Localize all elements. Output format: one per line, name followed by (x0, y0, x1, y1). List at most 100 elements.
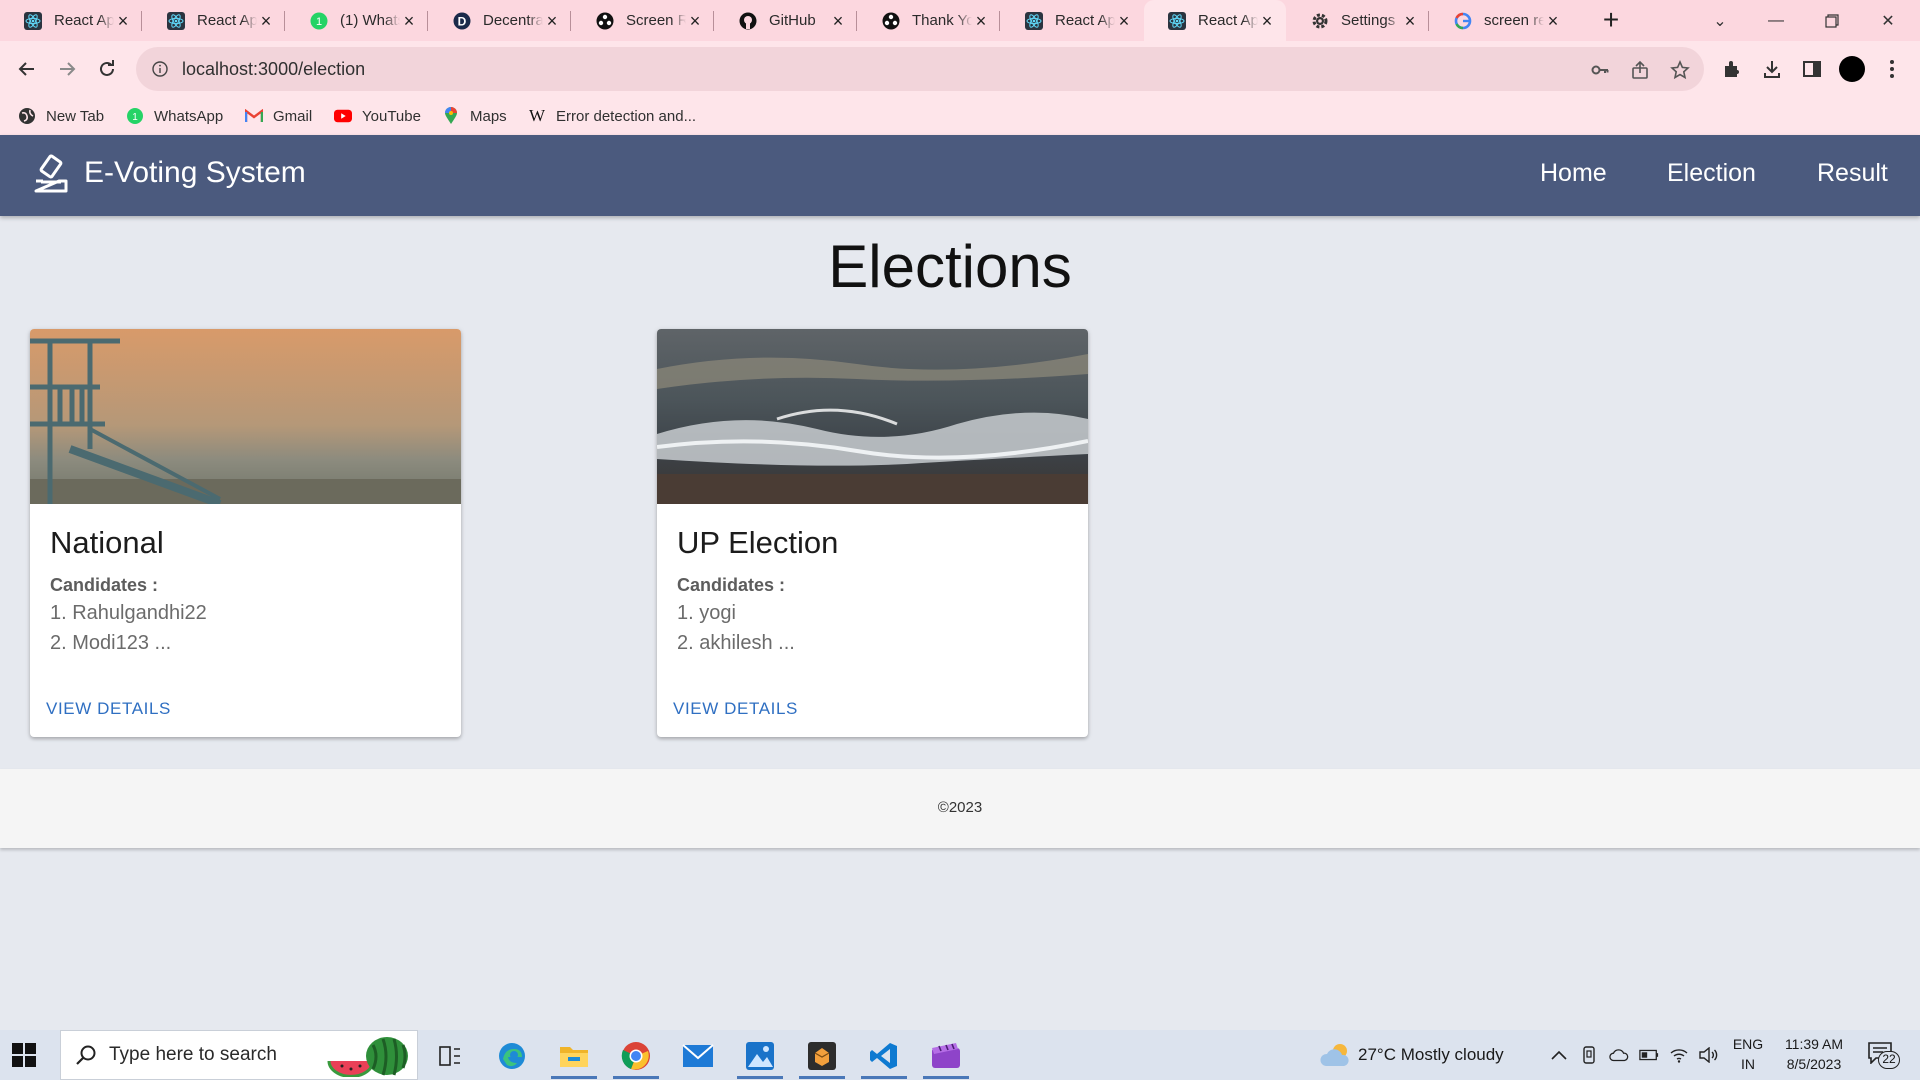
task-view-icon[interactable] (425, 1035, 475, 1077)
youtube-icon (334, 107, 352, 125)
browser-tab[interactable]: React App × (0, 0, 142, 41)
site-info-icon[interactable] (152, 61, 168, 77)
close-icon[interactable]: × (543, 12, 561, 30)
taskbar-search-box[interactable]: Type here to search (60, 1030, 418, 1080)
bookmark-maps[interactable]: Maps (442, 105, 507, 127)
edge-icon[interactable] (487, 1035, 537, 1077)
windows-start-icon[interactable] (12, 1043, 36, 1067)
close-window-button[interactable]: ✕ (1860, 0, 1916, 41)
extensions-icon[interactable] (1716, 53, 1748, 85)
download-icon[interactable] (1756, 53, 1788, 85)
browser-tab[interactable]: 1 (1) WhatsApp × (286, 0, 428, 41)
key-icon[interactable] (1590, 60, 1610, 80)
view-details-button[interactable]: VIEW DETAILS (46, 699, 171, 719)
close-icon[interactable]: × (1115, 12, 1133, 30)
election-name: UP Election (677, 525, 839, 560)
input-language[interactable]: ENG (1730, 1036, 1766, 1052)
close-icon[interactable]: × (1401, 12, 1419, 30)
close-icon[interactable]: × (400, 12, 418, 30)
wifi-icon[interactable] (1669, 1045, 1689, 1065)
bookmark-star-icon[interactable] (1670, 60, 1690, 80)
browser-tab[interactable]: React App × (1001, 0, 1143, 41)
nav-result[interactable]: Result (1817, 159, 1888, 188)
url-text[interactable]: localhost:3000/election (182, 59, 365, 80)
clipchamp-icon[interactable] (921, 1035, 971, 1079)
watermelon-icon (327, 1037, 408, 1077)
close-icon[interactable]: × (1544, 12, 1562, 30)
bookmark-label: Error detection and... (556, 107, 697, 125)
bookmarks-bar: New Tab 1 WhatsApp Gmail YouTube Maps W … (0, 97, 1920, 135)
nav-election[interactable]: Election (1667, 159, 1756, 188)
device-icon[interactable] (1579, 1045, 1599, 1065)
browser-tab-active[interactable]: React App × (1144, 0, 1286, 41)
tab-title: React App (1055, 12, 1115, 29)
bookmark-label: New Tab (46, 107, 105, 125)
chrome-icon[interactable] (611, 1035, 661, 1079)
profile-avatar[interactable] (1836, 53, 1868, 85)
photos-icon[interactable] (735, 1035, 785, 1079)
tab-title: React App (1198, 12, 1258, 29)
close-icon[interactable]: × (686, 12, 704, 30)
vscode-icon[interactable] (859, 1035, 909, 1079)
recorder-icon (882, 12, 900, 30)
bookmark-gmail[interactable]: Gmail (245, 105, 312, 127)
browser-tab[interactable]: Thank You × (858, 0, 1000, 41)
clock-time[interactable]: 11:39 AM (1774, 1036, 1854, 1052)
sublime-box-icon[interactable] (797, 1035, 847, 1079)
tab-separator (570, 11, 571, 31)
gmail-icon (245, 107, 263, 125)
tab-search-chevron-icon[interactable]: ⌄ (1692, 0, 1748, 41)
restore-button[interactable] (1804, 0, 1860, 41)
side-panel-icon[interactable] (1796, 53, 1828, 85)
close-icon[interactable]: × (257, 12, 275, 30)
bookmark-wikipedia[interactable]: W Error detection and... (528, 105, 696, 127)
page-title: Elections (828, 233, 1072, 300)
volume-icon[interactable] (1699, 1045, 1719, 1065)
bookmark-new-tab[interactable]: New Tab (18, 105, 104, 127)
weather-cloudy-icon[interactable] (1320, 1042, 1352, 1068)
react-icon (24, 11, 42, 30)
browser-tab[interactable]: Settings × (1287, 0, 1429, 41)
weather-text[interactable]: 27°C Mostly cloudy (1358, 1045, 1504, 1065)
onedrive-cloud-icon[interactable] (1609, 1045, 1629, 1065)
battery-icon[interactable] (1639, 1045, 1659, 1065)
minimize-button[interactable]: — (1748, 0, 1804, 41)
close-icon[interactable]: × (114, 12, 132, 30)
address-bar[interactable]: localhost:3000/election (136, 47, 1704, 91)
forward-button[interactable] (51, 53, 83, 85)
running-indicator (799, 1076, 845, 1079)
input-region[interactable]: IN (1730, 1056, 1766, 1072)
copyright-text: ©2023 (937, 799, 983, 816)
browser-tab[interactable]: GitHub × (715, 0, 857, 41)
browser-tab[interactable]: D Decentralized × (429, 0, 571, 41)
share-icon[interactable] (1630, 60, 1650, 80)
clock-date[interactable]: 8/5/2023 (1774, 1056, 1854, 1072)
bookmark-whatsapp[interactable]: 1 WhatsApp (126, 105, 223, 127)
close-icon[interactable]: × (829, 12, 847, 30)
browser-tab[interactable]: screen recorder × (1430, 0, 1572, 41)
new-tab-button[interactable]: + (1596, 6, 1626, 36)
notifications-icon[interactable]: 22 (1868, 1042, 1904, 1069)
mail-icon[interactable] (673, 1035, 723, 1077)
whatsapp-icon: 1 (310, 12, 328, 30)
page-footer: ©2023 (0, 769, 1920, 848)
candidate-item: 1. yogi (677, 602, 736, 624)
reload-button[interactable] (91, 53, 123, 85)
close-icon[interactable]: × (972, 12, 990, 30)
app-brand[interactable]: E-Voting System (32, 153, 306, 193)
whatsapp-icon: 1 (126, 107, 144, 125)
globe-icon (18, 107, 36, 125)
bookmark-youtube[interactable]: YouTube (334, 105, 421, 127)
browser-tab[interactable]: Screen Recorder × (572, 0, 714, 41)
back-button[interactable] (11, 53, 43, 85)
nav-home[interactable]: Home (1540, 159, 1607, 188)
file-explorer-icon[interactable] (549, 1035, 599, 1079)
svg-text:D: D (458, 14, 467, 28)
browser-tab[interactable]: React App × (143, 0, 285, 41)
view-details-button[interactable]: VIEW DETAILS (673, 699, 798, 719)
show-hidden-icons-chevron-icon[interactable] (1549, 1045, 1569, 1065)
app-header: E-Voting System Home Election Result (0, 135, 1920, 216)
close-icon[interactable]: × (1258, 12, 1276, 30)
search-icon (76, 1045, 96, 1065)
browser-menu-icon[interactable] (1876, 53, 1908, 85)
